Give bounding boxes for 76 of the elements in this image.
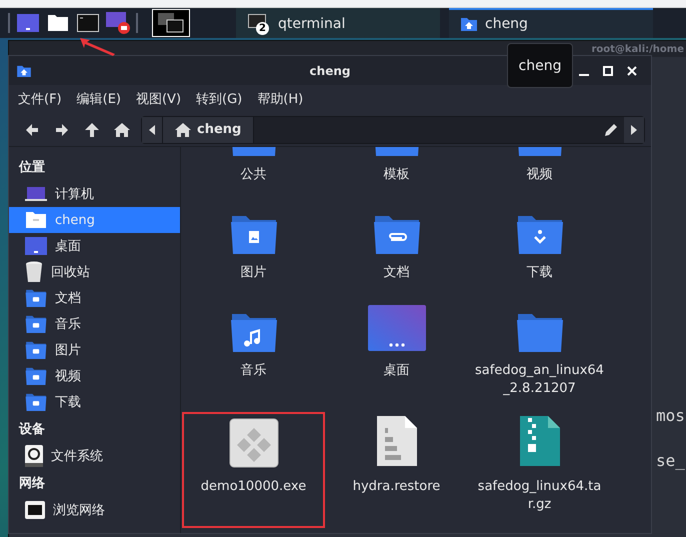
- caret-left-icon: [149, 124, 155, 134]
- terminal-icon: [77, 14, 99, 32]
- caret-right-icon: [631, 124, 637, 134]
- archive-icon: [518, 414, 562, 468]
- maximize-icon: [603, 66, 613, 76]
- home-icon: [114, 122, 130, 138]
- up-arrow-icon: [84, 122, 100, 138]
- forward-arrow-icon: [54, 122, 70, 138]
- maximize-button[interactable]: [601, 64, 615, 78]
- count-badge: 2: [256, 22, 269, 35]
- sidebar-item[interactable]: 回收站: [9, 259, 180, 285]
- file-item[interactable]: 模板: [325, 147, 468, 198]
- menu-item[interactable]: 视图(V): [136, 90, 182, 108]
- network-port-icon: [25, 501, 45, 519]
- menu-item[interactable]: 文件(F): [18, 90, 62, 108]
- file-item[interactable]: safedog_linux64.tar.gz: [468, 412, 611, 528]
- file-item[interactable]: 视频: [468, 147, 611, 198]
- sidebar-item[interactable]: 浏览网络: [9, 497, 180, 523]
- terminal-text: mos: [656, 406, 685, 425]
- sidebar-item[interactable]: 文档: [9, 285, 180, 311]
- sidebar-item[interactable]: 文件系统: [9, 443, 180, 469]
- menu-item[interactable]: 编辑(E): [76, 90, 121, 108]
- scroll-left-button[interactable]: [142, 116, 162, 142]
- file-item[interactable]: 图片: [182, 198, 325, 296]
- file-item[interactable]: safedog_an_linux64_2.8.21207: [468, 296, 611, 412]
- file-item[interactable]: 下载: [468, 198, 611, 296]
- file-item[interactable]: demo10000.exe: [182, 412, 325, 528]
- menu-item[interactable]: 帮助(H): [257, 90, 304, 108]
- folder-icon: [516, 312, 564, 352]
- task-button[interactable]: cheng: [449, 8, 653, 38]
- file-item[interactable]: 文档: [325, 198, 468, 296]
- file-item[interactable]: 音乐: [182, 296, 325, 412]
- file-item[interactable]: hydra.restore: [325, 412, 468, 528]
- trash-icon: [25, 261, 43, 283]
- path-crumb[interactable]: cheng: [162, 116, 254, 142]
- sidebar-item[interactable]: 计算机: [9, 181, 180, 207]
- home-icon: [175, 122, 191, 138]
- sidebar-item[interactable]: 视频: [9, 363, 180, 389]
- back-arrow-icon: [24, 122, 40, 138]
- sidebar-item[interactable]: 图片: [9, 337, 180, 363]
- tooltip-text: cheng: [518, 58, 562, 74]
- workspace-pager[interactable]: [152, 9, 190, 37]
- drive-icon: [25, 445, 43, 467]
- sidebar-heading: 设备: [18, 421, 46, 439]
- sidebar-heading: 位置: [18, 159, 46, 177]
- launcher-button[interactable]: [106, 11, 130, 35]
- sidebar-heading: 网络: [18, 475, 46, 493]
- close-icon: [627, 66, 637, 76]
- annotation-arrow: [78, 36, 118, 56]
- home-folder-icon: [461, 17, 477, 31]
- file-item[interactable]: 公共: [182, 147, 325, 198]
- folder-icon: [25, 211, 47, 229]
- file-item[interactable]: 桌面: [325, 296, 468, 412]
- paperclip-folder-icon: [372, 214, 420, 254]
- screen-recorder-icon: [106, 12, 130, 34]
- desktop-icon: [25, 237, 47, 255]
- folder-icon: [47, 14, 69, 32]
- scroll-right-button[interactable]: [624, 116, 644, 142]
- desktop-icon: [17, 14, 39, 32]
- pencil-icon: [604, 122, 618, 136]
- laptop-icon: [25, 186, 47, 202]
- executable-icon: [228, 418, 278, 468]
- task-button[interactable]: 2 qterminal: [236, 8, 440, 38]
- desktop-icon: [366, 304, 426, 352]
- binary-file-icon: [374, 414, 418, 468]
- minimize-icon: [579, 74, 589, 76]
- window-title: cheng: [310, 64, 350, 78]
- sidebar-item[interactable]: 桌面: [9, 233, 180, 259]
- launcher-button[interactable]: [76, 11, 100, 35]
- terminal-title: root@kali:/home: [591, 44, 684, 54]
- terminal-text: se_: [656, 451, 685, 470]
- sidebar-item[interactable]: 音乐: [9, 311, 180, 337]
- home-folder-icon: [17, 64, 31, 76]
- close-button[interactable]: [625, 64, 639, 78]
- sidebar-item[interactable]: 下载: [9, 389, 180, 415]
- menu-item[interactable]: 转到(G): [196, 90, 242, 108]
